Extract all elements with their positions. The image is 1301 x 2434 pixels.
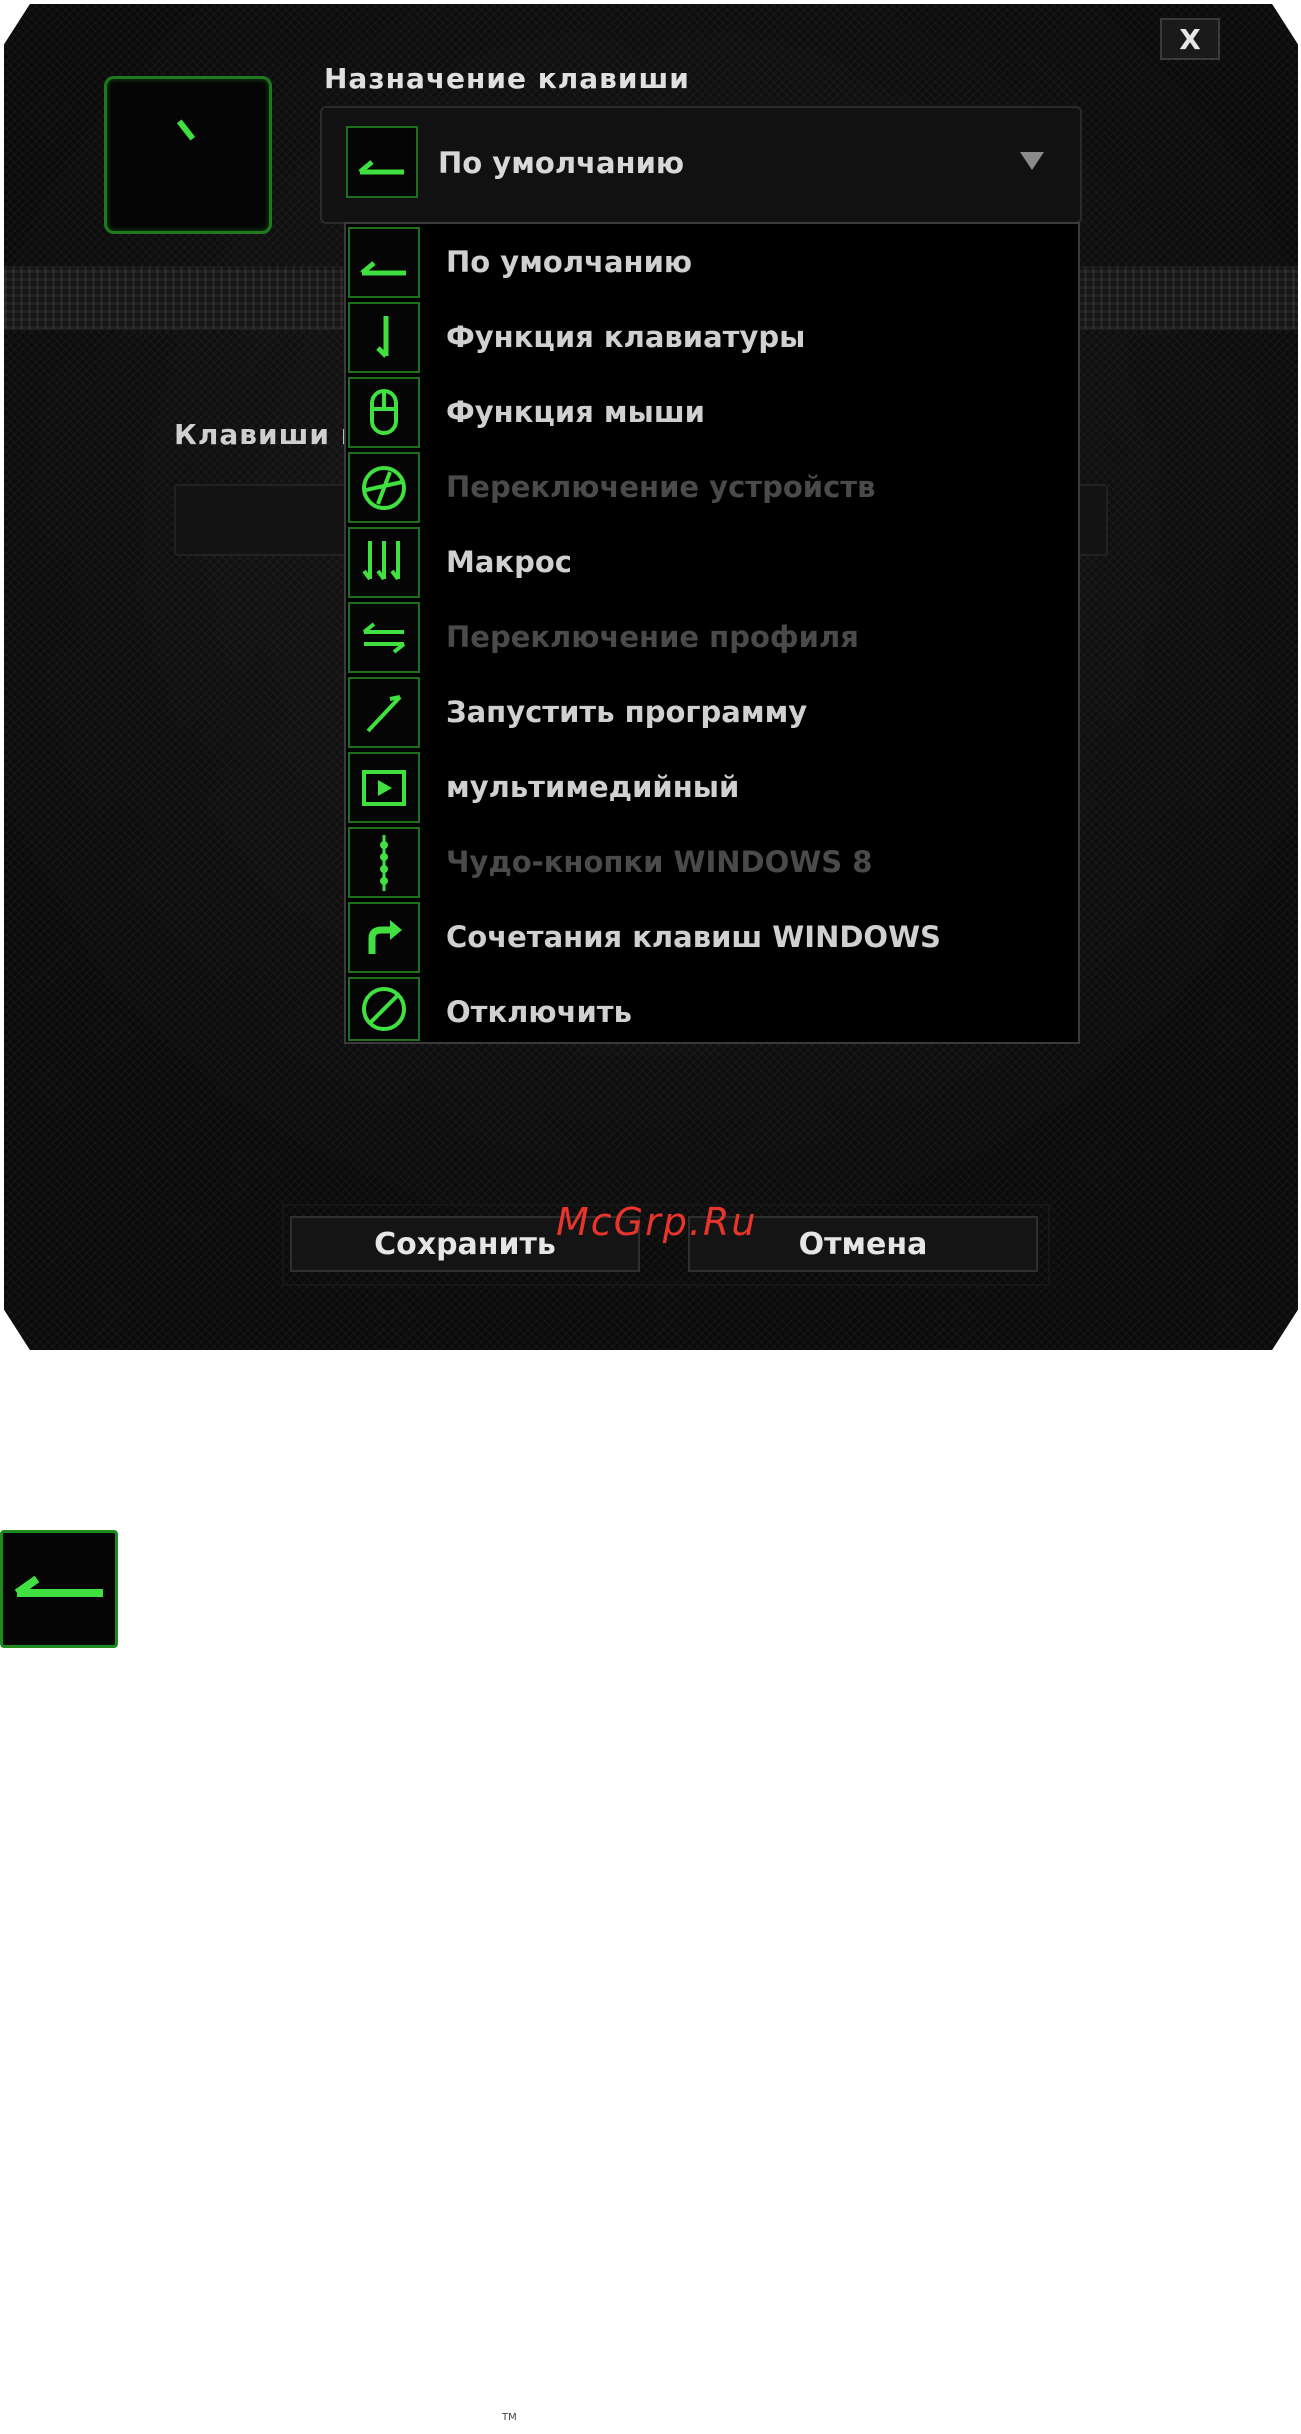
mouse-icon: [348, 377, 420, 448]
default-arrow-icon: [346, 126, 418, 198]
menu-item-label: Переключение профиля: [446, 620, 859, 654]
menu-item-default[interactable]: По умолчанию: [346, 225, 1078, 300]
keyboard-function-icon: [348, 302, 420, 373]
key-indicator-icon: [176, 119, 196, 141]
watermark: McGrp.Ru: [556, 1200, 758, 1244]
disable-icon: [348, 977, 420, 1041]
menu-item-device-switch: Переключение устройств: [346, 450, 1078, 525]
trademark-mark: TM: [502, 2412, 517, 2423]
selected-value: По умолчанию: [438, 146, 685, 180]
windows-shortcut-icon: [348, 902, 420, 973]
charms-icon: [348, 827, 420, 898]
menu-item-macro[interactable]: Макрос: [346, 525, 1078, 600]
default-arrow-icon: [0, 1530, 118, 1648]
menu-item-label: Сочетания клавиш WINDOWS: [446, 920, 941, 954]
launch-program-icon: [348, 677, 420, 748]
menu-item-label: Функция мыши: [446, 395, 705, 429]
assignment-select[interactable]: По умолчанию: [320, 106, 1082, 224]
macro-icon: [348, 527, 420, 598]
menu-item-windows-shortcuts[interactable]: Сочетания клавиш WINDOWS: [346, 900, 1078, 975]
menu-item-label: мультимедийный: [446, 770, 740, 804]
device-switch-icon: [348, 452, 420, 523]
menu-item-label: Отключить: [446, 995, 632, 1029]
menu-item-label: Запустить программу: [446, 695, 808, 729]
default-arrow-icon: [348, 227, 420, 298]
assign-title: Назначение клавиши: [324, 62, 690, 95]
menu-item-mouse-function[interactable]: Функция мыши: [346, 375, 1078, 450]
menu-item-multimedia[interactable]: мультимедийный: [346, 750, 1078, 825]
close-button[interactable]: X: [1160, 18, 1220, 60]
profile-switch-icon: [348, 602, 420, 673]
menu-item-label: Макрос: [446, 545, 572, 579]
chevron-down-icon: [1020, 152, 1044, 170]
menu-item-label: Переключение устройств: [446, 470, 876, 504]
menu-item-disable[interactable]: Отключить: [346, 975, 1078, 1042]
multimedia-play-icon: [348, 752, 420, 823]
menu-item-label: Функция клавиатуры: [446, 320, 806, 354]
key-preview: [104, 76, 272, 234]
menu-item-label: Чудо-кнопки WINDOWS 8: [446, 845, 873, 879]
assignment-dropdown-menu: По умолчанию Функция клавиатуры Функция …: [344, 222, 1080, 1044]
menu-item-profile-switch: Переключение профиля: [346, 600, 1078, 675]
menu-item-launch-program[interactable]: Запустить программу: [346, 675, 1078, 750]
menu-item-keyboard-function[interactable]: Функция клавиатуры: [346, 300, 1078, 375]
menu-item-label: По умолчанию: [446, 245, 693, 279]
menu-item-windows8-charms: Чудо-кнопки WINDOWS 8: [346, 825, 1078, 900]
